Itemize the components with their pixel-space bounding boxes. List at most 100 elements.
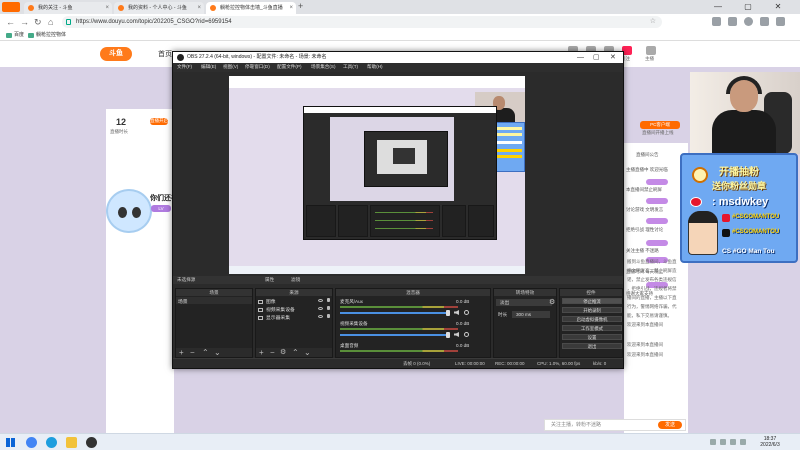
battery-icon[interactable]: [740, 439, 746, 445]
transition-type-select[interactable]: 淡出: [496, 299, 552, 306]
lock-source-icon[interactable]: [327, 314, 330, 318]
source-settings-icon[interactable]: ⚙: [280, 348, 286, 357]
gear-icon[interactable]: [464, 310, 469, 315]
chrome-icon[interactable]: [26, 437, 37, 448]
source-item[interactable]: 视频采集设备: [258, 306, 295, 313]
stat-label: 直播时长: [110, 129, 128, 134]
downloads-icon[interactable]: [728, 17, 737, 26]
close-window-button[interactable]: ✕: [768, 0, 788, 14]
volume-slider[interactable]: [340, 312, 450, 314]
ime-icon[interactable]: [730, 439, 736, 445]
reload-icon[interactable]: ↻: [34, 16, 42, 28]
source-item[interactable]: 图像: [258, 298, 276, 305]
add-scene-button[interactable]: +: [179, 348, 184, 357]
filters-button[interactable]: 滤镜: [291, 277, 300, 283]
speaker-icon[interactable]: [454, 310, 459, 315]
menu-tools[interactable]: 工具(T): [343, 64, 358, 70]
properties-button[interactable]: 属性: [265, 277, 274, 283]
forward-icon[interactable]: →: [20, 16, 29, 28]
studio-mode-button[interactable]: 工作室模式: [562, 325, 622, 331]
start-menu-icon[interactable]: [6, 438, 15, 447]
file-explorer-icon[interactable]: [66, 437, 77, 448]
source-item[interactable]: 显示器采集: [258, 314, 290, 321]
menu-scene-collection[interactable]: 场景集合(S): [311, 64, 336, 70]
obs-close-button[interactable]: ✕: [610, 52, 616, 63]
volume-slider-knob[interactable]: [446, 332, 450, 338]
duration-input[interactable]: 300 ms: [512, 311, 550, 318]
minimize-window-button[interactable]: —: [708, 0, 728, 14]
remove-scene-button[interactable]: −: [190, 348, 195, 357]
close-tab-icon[interactable]: ×: [105, 2, 109, 14]
chat-notice-line: 能，私下交易请谨慎。: [627, 313, 672, 318]
mixer-channel-db: 0.0 dB: [456, 299, 470, 304]
browser-tab-1[interactable]: 我的关注 - 斗鱼 ×: [24, 2, 112, 14]
bookmark-item[interactable]: 百度: [6, 31, 24, 40]
address-bar-url: https://www.douyu.com/topic/202205_CSGO?…: [76, 19, 232, 25]
chat-line: 拒绝引战 理性讨论: [626, 227, 664, 232]
visibility-eye-icon[interactable]: [318, 307, 323, 310]
volume-slider-knob[interactable]: [446, 310, 450, 316]
stat-pill[interactable]: 直播开启: [150, 118, 168, 125]
browser-tab-3[interactable]: 躺枪拉控物体击墙_斗鱼直播 ×: [206, 2, 296, 14]
settings-button[interactable]: 设置: [562, 334, 622, 340]
move-down-button[interactable]: ⌄: [214, 348, 221, 357]
speaker-icon[interactable]: [454, 332, 459, 337]
lock-source-icon[interactable]: [327, 298, 330, 302]
preview-meter: [375, 212, 433, 213]
move-up-button[interactable]: ⌃: [292, 348, 299, 357]
address-bar[interactable]: https://www.douyu.com/topic/202205_CSGO?…: [62, 16, 662, 28]
douyu-logo[interactable]: 斗鱼: [100, 47, 132, 61]
edge-icon[interactable]: [46, 437, 57, 448]
lock-source-icon[interactable]: [327, 306, 330, 310]
virtual-camera-button[interactable]: 启动虚拟摄像机: [562, 316, 622, 322]
volume-slider[interactable]: [340, 334, 450, 336]
system-clock[interactable]: 18:37 2022/6/3: [752, 436, 788, 448]
extensions-icon[interactable]: [712, 17, 721, 26]
close-tab-icon[interactable]: ×: [289, 2, 293, 14]
new-tab-button[interactable]: +: [298, 1, 303, 11]
douyu-favicon-icon: [28, 5, 34, 11]
menu-edit[interactable]: 编辑(E): [201, 64, 216, 70]
browser-tab-2[interactable]: 我的资料 - 个人中心 - 斗鱼 ×: [114, 2, 204, 14]
duration-label: 时长: [498, 312, 508, 317]
browser-menu-button[interactable]: [2, 2, 20, 12]
weibo-icon: [690, 197, 702, 207]
obs-status-bar: 丢帧 0 (0.0%) LIVE: 00:00:00 REC: 00:00:00…: [173, 358, 623, 368]
menu-help[interactable]: 帮助(H): [367, 64, 383, 70]
maximize-window-button[interactable]: ▢: [738, 0, 758, 14]
menu-icon[interactable]: [776, 17, 785, 26]
streamer-icon[interactable]: [646, 46, 656, 55]
bookmark-star-icon[interactable]: ☆: [650, 16, 656, 28]
visibility-eye-icon[interactable]: [318, 299, 323, 302]
start-recording-button[interactable]: 开始录制: [562, 307, 622, 313]
obs-minimize-button[interactable]: —: [577, 52, 584, 63]
stop-streaming-button[interactable]: 停止推流: [562, 298, 622, 304]
send-button[interactable]: 发送: [658, 421, 682, 429]
obs-taskbar-icon[interactable]: [86, 437, 97, 448]
network-icon[interactable]: [710, 439, 716, 445]
obs-preview-canvas[interactable]: [229, 76, 525, 274]
menu-file[interactable]: 文件(F): [177, 64, 192, 70]
move-down-button[interactable]: ⌄: [304, 348, 311, 357]
menu-view[interactable]: 视图(V): [223, 64, 238, 70]
add-source-button[interactable]: +: [259, 348, 264, 357]
volume-icon[interactable]: [720, 439, 726, 445]
remove-source-button[interactable]: −: [270, 348, 275, 357]
obs-source-toolbar: 未选择源 属性 滤镜: [173, 276, 623, 284]
home-icon[interactable]: ⌂: [48, 16, 53, 28]
pc-client-button[interactable]: PC客户端: [640, 121, 680, 129]
menu-profile[interactable]: 配置文件(P): [277, 64, 302, 70]
obs-maximize-button[interactable]: ▢: [593, 52, 600, 63]
move-up-button[interactable]: ⌃: [202, 348, 209, 357]
visibility-eye-icon[interactable]: [318, 315, 323, 318]
exit-button[interactable]: 退出: [562, 343, 622, 349]
nav-home-link[interactable]: 首页: [158, 49, 172, 59]
transition-settings-icon[interactable]: ⚙: [549, 298, 555, 306]
bookmark-item[interactable]: 躺枪拉控物体: [28, 31, 66, 40]
account-icon[interactable]: [744, 17, 753, 26]
back-icon[interactable]: ←: [6, 16, 15, 28]
gear-icon[interactable]: [464, 332, 469, 337]
close-tab-icon[interactable]: ×: [197, 2, 201, 14]
menu-docks[interactable]: 停靠窗口(D): [245, 64, 270, 70]
history-icon[interactable]: [760, 17, 769, 26]
